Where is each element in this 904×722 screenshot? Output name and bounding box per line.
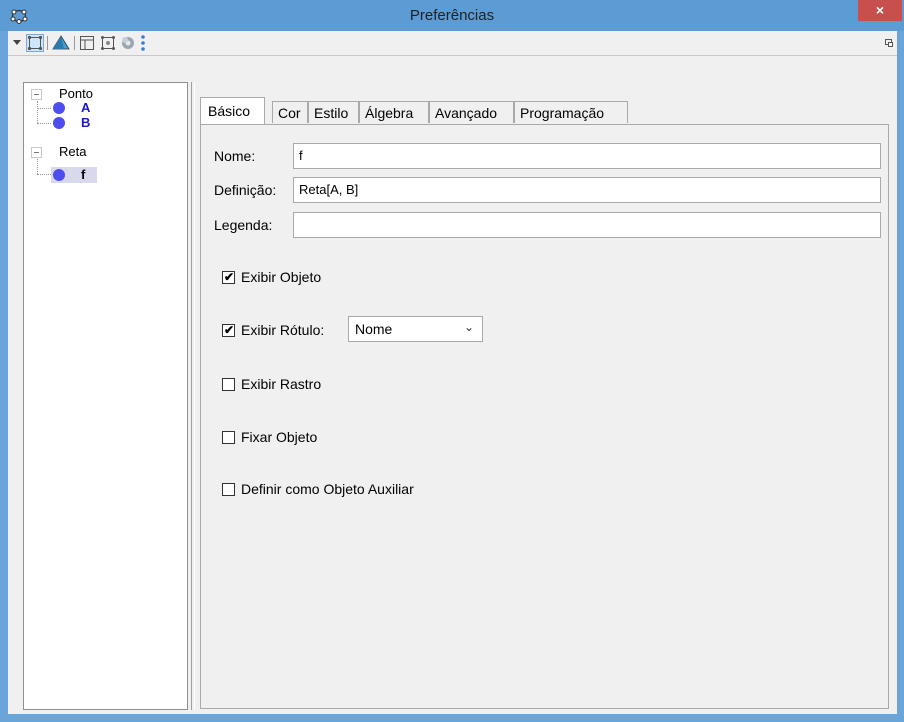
tab-algebra[interactable]: Álgebra [359, 101, 429, 123]
label-mode-select[interactable]: Nome ⌄ [348, 316, 483, 342]
tab-avancado[interactable]: Avançado [429, 101, 514, 123]
graphics-3d-icon[interactable] [52, 35, 70, 51]
layout-icon[interactable] [79, 35, 95, 51]
tree-item-label[interactable]: f [81, 167, 85, 183]
point-icon [53, 117, 65, 129]
menu-arrow-icon[interactable] [12, 35, 22, 51]
tab-cor[interactable]: Cor [272, 101, 308, 123]
definition-field[interactable]: Reta[A, B] [293, 177, 881, 203]
checkbox-box[interactable] [222, 483, 235, 496]
settings-icon[interactable] [120, 35, 136, 51]
checkbox-box[interactable]: ✔ [222, 270, 235, 284]
name-label: Nome: [214, 148, 256, 164]
title-bar[interactable]: Preferências × [0, 0, 904, 31]
tree-connector [37, 101, 38, 123]
point-icon [53, 102, 65, 114]
show-label-label[interactable]: Exibir Rótulo: [241, 322, 324, 338]
caption-label: Legenda: [214, 217, 273, 233]
toolbar-separator [74, 36, 75, 50]
show-object-label[interactable]: Exibir Objeto [241, 269, 321, 285]
show-trace-label[interactable]: Exibir Rastro [241, 376, 321, 392]
tree-connector [37, 159, 38, 174]
check-icon: ✔ [224, 323, 235, 337]
more-icon[interactable] [139, 33, 147, 53]
toolbar [8, 31, 897, 56]
close-button[interactable]: × [858, 0, 902, 21]
tab-estilo[interactable]: Estilo [308, 101, 359, 123]
graphics-icon[interactable] [26, 34, 44, 52]
checkbox-box[interactable] [222, 378, 235, 391]
definition-label: Definição: [214, 182, 277, 198]
tree-group-label[interactable]: Reta [59, 144, 86, 160]
fix-object-label[interactable]: Fixar Objeto [241, 429, 317, 445]
preferences-window: Preferências × Ponto A B Reta f Básico C… [0, 0, 904, 722]
auxiliary-object-label[interactable]: Definir como Objeto Auxiliar [241, 481, 414, 497]
tree-item-label[interactable]: B [81, 115, 90, 131]
label-mode-value: Nome [355, 321, 393, 337]
collapse-icon[interactable] [31, 89, 42, 100]
collapse-icon[interactable] [31, 147, 42, 158]
tree-item-label[interactable]: A [81, 100, 90, 116]
tab-basico[interactable]: Básico [200, 97, 265, 124]
caption-field[interactable] [293, 212, 881, 238]
restore-icon[interactable] [884, 35, 894, 51]
tree-connector [37, 108, 51, 109]
line-object-icon [53, 169, 65, 181]
chevron-down-icon: ⌄ [463, 320, 474, 334]
basic-tab-panel: Nome: f Definição: Reta[A, B] Legenda: ✔… [200, 124, 889, 709]
name-field[interactable]: f [293, 143, 881, 169]
object-tree[interactable]: Ponto A B Reta f [23, 82, 188, 710]
preferences-content: Ponto A B Reta f Básico Cor Estilo Álgeb… [8, 56, 897, 714]
window-title: Preferências [409, 7, 495, 24]
checkbox-box[interactable]: ✔ [222, 323, 235, 337]
checkbox-box[interactable] [222, 431, 235, 444]
check-icon: ✔ [224, 270, 235, 284]
tree-connector [37, 174, 51, 175]
tree-connector [37, 123, 51, 124]
splitter[interactable] [191, 82, 195, 710]
toolbar-separator [47, 36, 48, 50]
tab-programacao[interactable]: Programação [514, 101, 628, 123]
spreadsheet-icon[interactable] [100, 35, 116, 51]
